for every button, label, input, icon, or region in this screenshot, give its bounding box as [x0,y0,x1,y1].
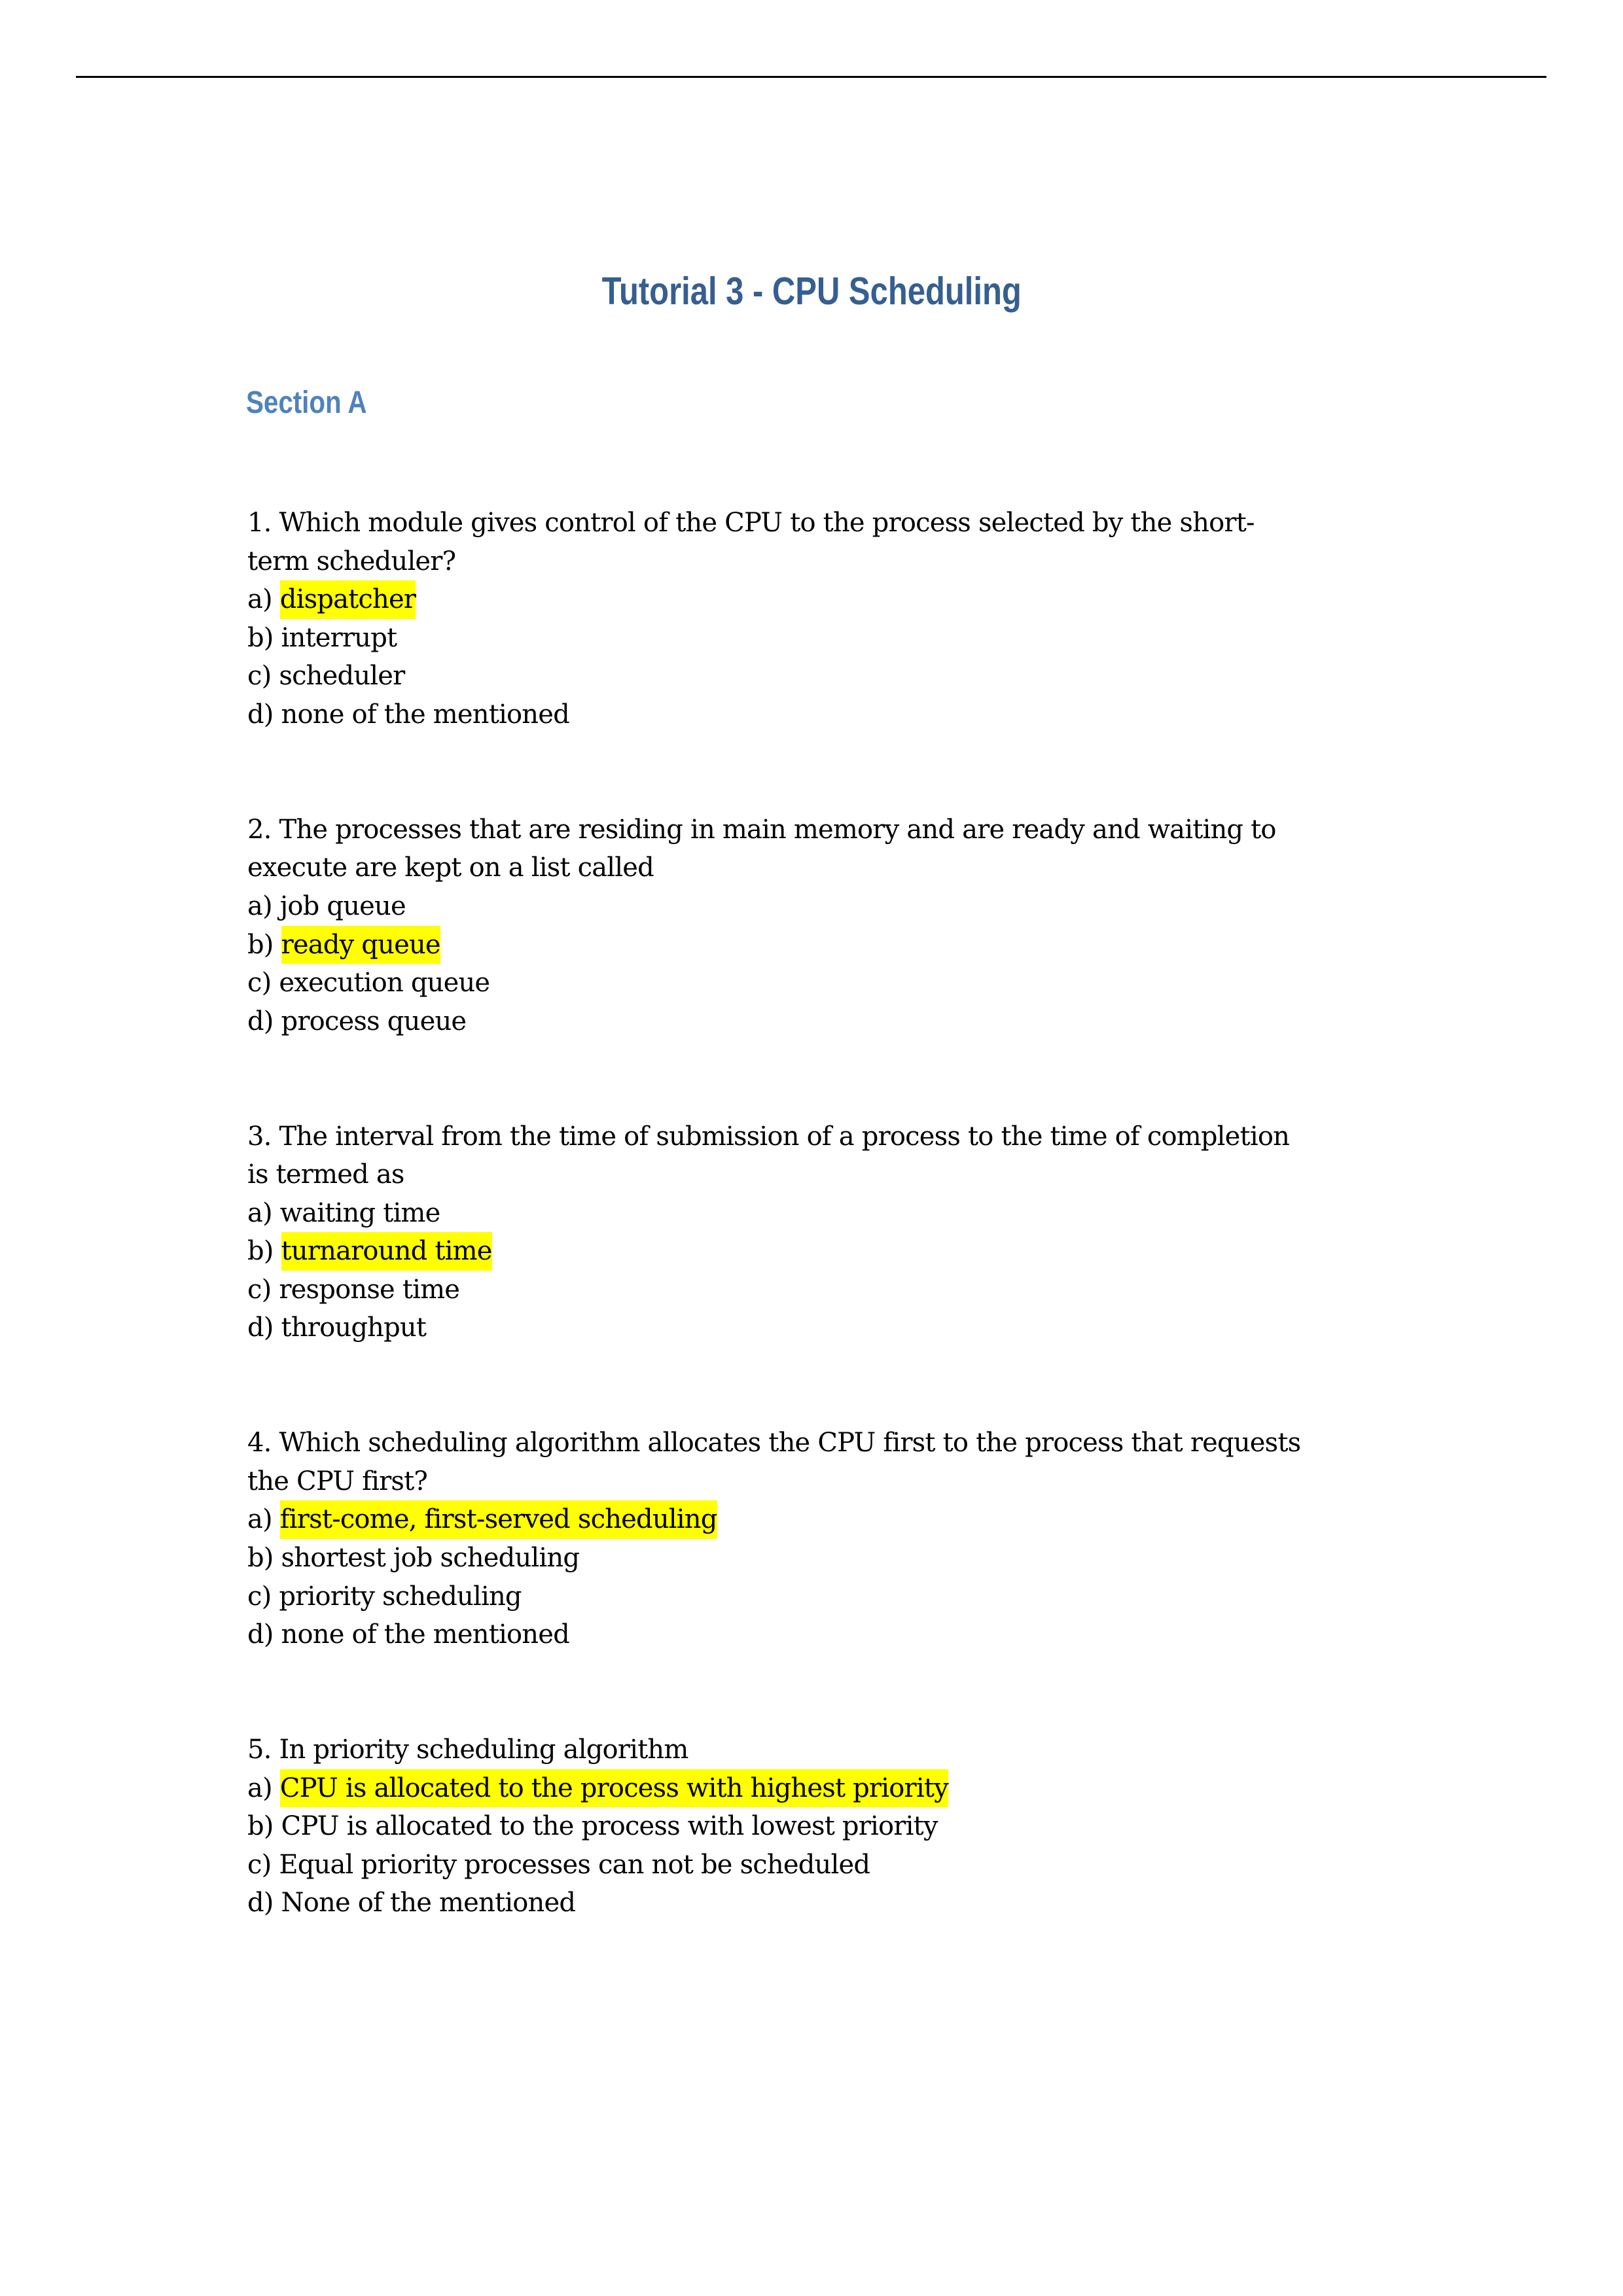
option-text-highlighted: dispatcher [279,580,416,619]
option-letter: c) [247,661,272,692]
option-text: CPU is allocated to the process with low… [281,1811,938,1842]
question-text-line: the CPU first? [247,1466,428,1496]
option-letter: a) [247,1504,273,1535]
option-text: response time [279,1274,460,1305]
option-text-highlighted: ready queue [281,925,441,964]
option-d: d) none of the mentioned [247,1616,1491,1654]
option-letter: c) [247,968,272,998]
option-text: none of the mentioned [281,1619,570,1650]
option-letter: b) [247,622,274,653]
option-a: a) first-come, first-served scheduling [247,1500,1491,1540]
question-text-line: execute are kept on a list called [247,853,654,883]
question-5: 5. In priority scheduling algorithm a) C… [247,1731,1491,1922]
option-text: shortest job scheduling [281,1543,580,1574]
option-c: c) execution queue [247,964,1491,1002]
option-b: b) turnaround time [247,1232,1491,1271]
option-letter: c) [247,1274,272,1305]
option-c: c) priority scheduling [247,1578,1491,1616]
question-text-line: 1. Which module gives control of the CPU… [247,508,1255,538]
option-c: c) Equal priority processes can not be s… [247,1846,1491,1884]
section-heading: Section A [246,385,367,420]
option-a: a) CPU is allocated to the process with … [247,1769,1491,1808]
option-d: d) none of the mentioned [247,696,1491,734]
question-2: 2. The processes that are residing in ma… [247,811,1491,1041]
question-list: 1. Which module gives control of the CPU… [247,504,1491,1999]
option-letter: a) [247,891,273,921]
option-letter: d) [247,699,274,730]
question-text-line: term scheduler? [247,546,456,576]
option-letter: b) [247,1236,274,1267]
option-letter: d) [247,1313,274,1343]
option-d: d) process queue [247,1002,1491,1041]
option-d: d) throughput [247,1309,1491,1347]
question-1: 1. Which module gives control of the CPU… [247,504,1491,734]
option-letter: a) [247,1773,273,1803]
option-text: None of the mentioned [281,1888,576,1918]
header-rule [76,76,1546,78]
question-3: 3. The interval from the time of submiss… [247,1118,1491,1348]
option-text: throughput [281,1313,427,1343]
option-text-highlighted: first-come, first-served scheduling [279,1500,717,1540]
option-text: interrupt [281,622,398,653]
question-4: 4. Which scheduling algorithm allocates … [247,1424,1491,1654]
page-title: Tutorial 3 - CPU Scheduling [601,270,1022,313]
question-text-line: 2. The processes that are residing in ma… [247,814,1277,845]
option-text: Equal priority processes can not be sche… [279,1849,870,1880]
option-letter: b) [247,929,274,960]
option-d: d) None of the mentioned [247,1884,1491,1922]
option-text-highlighted: CPU is allocated to the process with hig… [279,1769,949,1808]
option-text: execution queue [279,968,490,998]
option-letter: c) [247,1849,272,1880]
option-letter: b) [247,1811,274,1842]
option-a: a) job queue [247,887,1491,926]
option-c: c) response time [247,1271,1491,1309]
option-letter: d) [247,1006,274,1036]
option-letter: d) [247,1619,274,1650]
option-letter: a) [247,584,273,615]
option-letter: a) [247,1197,273,1228]
option-letter: d) [247,1888,274,1918]
option-text: process queue [281,1006,467,1036]
option-a: a) dispatcher [247,580,1491,619]
option-text-highlighted: turnaround time [281,1232,492,1271]
option-b: b) interrupt [247,619,1491,658]
option-b: b) CPU is allocated to the process with … [247,1807,1491,1846]
option-a: a) waiting time [247,1194,1491,1233]
option-letter: b) [247,1543,274,1574]
question-text-line: 4. Which scheduling algorithm allocates … [247,1428,1301,1458]
option-c: c) scheduler [247,657,1491,696]
option-b: b) shortest job scheduling [247,1539,1491,1578]
question-text-line: 3. The interval from the time of submiss… [247,1121,1290,1152]
option-b: b) ready queue [247,925,1491,964]
question-text-line: is termed as [247,1159,404,1190]
option-text: priority scheduling [279,1581,522,1612]
option-text: none of the mentioned [281,699,570,730]
option-text: scheduler [279,661,405,692]
option-text: waiting time [279,1197,441,1228]
page-title-container: Tutorial 3 - CPU Scheduling [0,265,1623,317]
question-text-line: 5. In priority scheduling algorithm [247,1735,688,1765]
option-text: job queue [279,891,406,921]
option-letter: c) [247,1581,272,1612]
